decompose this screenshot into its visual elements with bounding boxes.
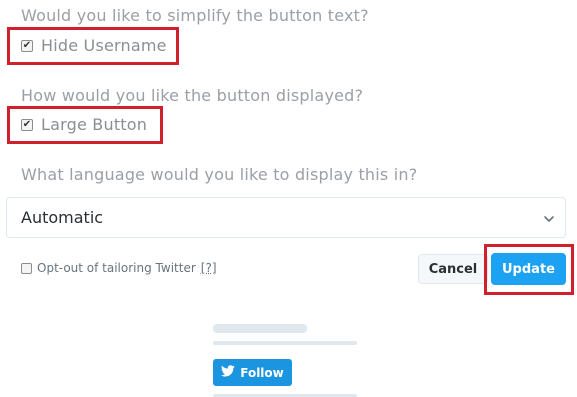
- update-button[interactable]: Update: [491, 253, 566, 285]
- optout-label: Opt-out of tailoring Twitter: [37, 261, 196, 275]
- large-button-checkbox[interactable]: ✔: [21, 118, 33, 131]
- cancel-button[interactable]: Cancel: [418, 254, 488, 284]
- optout-help-link[interactable]: [?]: [201, 261, 217, 275]
- embed-button-settings: Would you like to simplify the button te…: [0, 0, 577, 397]
- large-button-option[interactable]: ✔ Large Button: [21, 115, 147, 134]
- display-question: How would you like the button displayed?: [21, 86, 364, 105]
- language-select[interactable]: Automatic: [6, 197, 566, 238]
- twitter-bird-icon: [221, 365, 236, 380]
- simplify-question: Would you like to simplify the button te…: [21, 6, 369, 25]
- language-select-value: Automatic: [21, 208, 104, 227]
- large-button-label: Large Button: [41, 115, 148, 134]
- follow-button-preview: Follow: [213, 359, 292, 386]
- optout-option[interactable]: Opt-out of tailoring Twitter [?]: [21, 261, 217, 275]
- preview-placeholder-line: [213, 341, 357, 345]
- hide-username-checkbox[interactable]: ✔: [21, 39, 33, 52]
- preview-placeholder-line: [213, 324, 307, 333]
- follow-label: Follow: [240, 365, 284, 380]
- optout-checkbox[interactable]: [21, 262, 32, 274]
- hide-username-label: Hide Username: [41, 36, 167, 55]
- language-question: What language would you like to display …: [21, 165, 418, 184]
- hide-username-option[interactable]: ✔ Hide Username: [21, 36, 167, 55]
- chevron-down-icon: [543, 210, 555, 229]
